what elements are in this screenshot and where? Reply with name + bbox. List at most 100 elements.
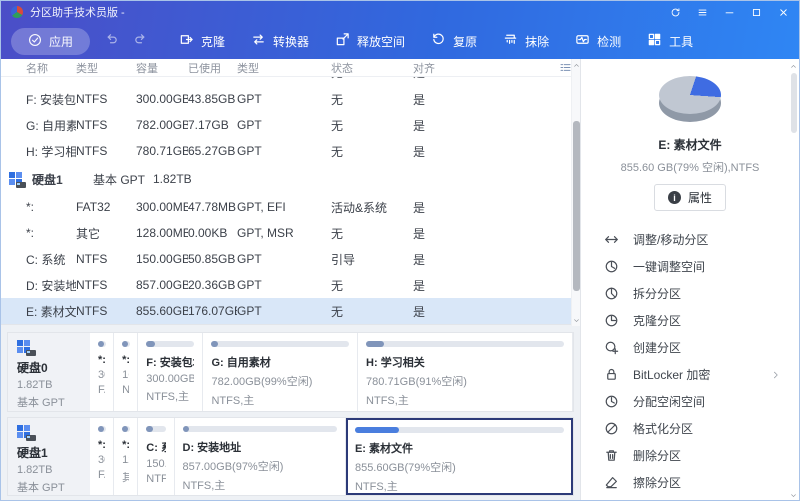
column-header-used[interactable]: 已使用 <box>188 60 237 76</box>
menu-item-label: 分配空闲空间 <box>633 393 705 410</box>
disk-panel: 硬盘0 1.82TB 基本 GPT *: 300... FAT... *: 16… <box>7 332 574 412</box>
scroll-down-icon[interactable] <box>789 490 798 500</box>
disk-icon <box>9 172 25 187</box>
redo-button[interactable] <box>133 31 148 46</box>
table-row[interactable]: *: 其它 128.00MB 0.00KB GPT, MSR 无 是 <box>1 220 572 246</box>
partition-block[interactable]: *: 128... 其... <box>114 418 138 496</box>
properties-button-label: 属性 <box>688 189 712 206</box>
scrollbar-thumb[interactable] <box>573 121 580 291</box>
table-row[interactable]: H: 学习相关 NTFS 780.71GB 65.27GB GPT 无 是 <box>1 138 572 164</box>
scroll-up-icon[interactable] <box>789 61 798 71</box>
partition-block[interactable]: D: 安装地址 857.00GB(97%空闲) NTFS,主 <box>175 418 346 496</box>
check-icon <box>28 33 42 50</box>
table-row[interactable]: G: 自用素材 NTFS 782.00GB 7.17GB GPT 无 是 <box>1 112 572 138</box>
partition-fs: FAT... <box>98 384 105 396</box>
menu-item-format-partition[interactable]: 格式化分区 <box>581 415 799 442</box>
menu-icon[interactable] <box>697 7 708 18</box>
partition-block[interactable]: H: 学习相关 780.71GB(91%空闲) NTFS,主 <box>358 333 573 411</box>
menu-item-delete-partition[interactable]: 删除分区 <box>581 442 799 469</box>
format-partition-icon <box>604 421 619 436</box>
column-header-align[interactable]: 对齐 <box>413 60 550 76</box>
menu-item-split-partition[interactable]: 拆分分区 <box>581 280 799 307</box>
toolbar-button-converter[interactable]: 转换器 <box>242 27 318 55</box>
apply-button[interactable]: 应用 <box>11 28 90 55</box>
menu-item-label: 拆分分区 <box>633 285 681 302</box>
partition-capacity: 300.00GB(85%... <box>146 373 194 385</box>
menu-item-label: 创建分区 <box>633 339 681 356</box>
table-body: *: NTFS 16.00MB 15.34MB GPT, MSR 无 是 F: … <box>1 77 572 324</box>
toolbar-button-restore[interactable]: 复原 <box>422 27 486 55</box>
scroll-up-icon[interactable] <box>572 60 580 70</box>
usage-bar <box>122 426 130 432</box>
partition-capacity: 300... <box>98 454 105 466</box>
menu-item-allocate-space[interactable]: 分配空闲空间 <box>581 388 799 415</box>
partition-fs: NTFS,主 <box>146 388 194 404</box>
column-header-fs[interactable]: 类型 <box>76 60 136 76</box>
partition-block[interactable]: *: 300... FAT... <box>90 333 114 411</box>
toolbar-button-detect[interactable]: 检测 <box>566 27 630 55</box>
usage-bar <box>146 341 194 347</box>
usage-bar <box>366 341 564 347</box>
window-title: 分区助手技术员版 - <box>30 4 125 20</box>
usage-bar-fill <box>146 341 155 347</box>
menu-item-wipe-partition[interactable]: 擦除分区 <box>581 469 799 496</box>
disk-info[interactable]: 硬盘0 1.82TB 基本 GPT <box>8 333 90 411</box>
column-header-cap[interactable]: 容量 <box>136 60 188 76</box>
usage-bar-fill <box>98 426 104 432</box>
table-header: 名称类型容量已使用类型状态对齐 <box>1 59 572 77</box>
scrollbar-thumb[interactable] <box>791 73 797 133</box>
table-row[interactable]: 硬盘1 基本 GPT 1.82TB <box>1 164 572 194</box>
close-icon[interactable] <box>778 7 789 18</box>
app-window: 分区助手技术员版 - 应用 克隆转换器释放空间复原抹除检测工具 名称类型容量已使… <box>0 0 800 501</box>
usage-bar <box>211 341 349 347</box>
minimize-icon[interactable] <box>724 7 735 18</box>
table-row[interactable]: D: 安装地址 NTFS 857.00GB 20.36GB GPT 无 是 <box>1 272 572 298</box>
partition-block[interactable]: E: 素材文件 855.60GB(79%空闲) NTFS,主 <box>346 418 573 496</box>
properties-button[interactable]: i 属性 <box>654 184 726 211</box>
table-row[interactable]: *: NTFS 16.00MB 15.34MB GPT, MSR 无 是 <box>1 77 572 86</box>
titlebar[interactable]: 分区助手技术员版 - <box>1 1 799 23</box>
table-row[interactable]: *: FAT32 300.00MB 47.78MB GPT, EFI 活动&系统… <box>1 194 572 220</box>
menu-item-app-mover[interactable]: 软件迁移功能 <box>581 496 799 501</box>
menu-item-resize-move[interactable]: 调整/移动分区 <box>581 226 799 253</box>
usage-bar <box>122 341 130 347</box>
panel-scrollbar[interactable] <box>789 61 798 500</box>
partition-block[interactable]: C: 系统 150.00... NTFS,... <box>138 418 174 496</box>
partition-block[interactable]: *: 300... FAT... <box>90 418 114 496</box>
toolbar-button-tools[interactable]: 工具 <box>638 27 702 55</box>
chevron-right-icon <box>771 370 781 380</box>
column-header-style[interactable]: 类型 <box>237 60 331 76</box>
maximize-icon[interactable] <box>751 7 762 18</box>
partition-block[interactable]: G: 自用素材 782.00GB(99%空闲) NTFS,主 <box>203 333 358 411</box>
column-header-name[interactable]: 名称 <box>1 60 76 76</box>
scroll-down-icon[interactable] <box>572 315 580 325</box>
menu-item-quick-adjust[interactable]: 一键调整空间 <box>581 253 799 280</box>
toolbar-button-free-space[interactable]: 释放空间 <box>326 27 414 55</box>
menu-item-bitlocker[interactable]: BitLocker 加密 <box>581 361 799 388</box>
table-row[interactable]: C: 系统 NTFS 150.00GB 50.85GB GPT 引导 是 <box>1 246 572 272</box>
column-header-status[interactable]: 状态 <box>331 60 413 76</box>
usage-bar <box>98 341 106 347</box>
partition-block[interactable]: F: 安装包地址 300.00GB(85%... NTFS,主 <box>138 333 203 411</box>
clone-partition-icon <box>604 313 619 328</box>
info-icon: i <box>668 191 681 204</box>
create-partition-icon <box>604 340 619 355</box>
sync-icon[interactable] <box>670 7 681 18</box>
partition-fs: NTFS,主 <box>183 477 337 493</box>
partition-fs: FAT... <box>98 469 105 481</box>
toolbar-button-label: 工具 <box>669 33 693 50</box>
partition-block[interactable]: *: 16... NTF... <box>114 333 138 411</box>
undo-button[interactable] <box>104 31 119 46</box>
menu-item-create-partition[interactable]: 创建分区 <box>581 334 799 361</box>
partition-label: C: 系统 <box>146 439 165 455</box>
toolbar-button-clone[interactable]: 克隆 <box>170 27 234 55</box>
menu-item-clone-partition[interactable]: 克隆分区 <box>581 307 799 334</box>
table-scrollbar[interactable] <box>571 59 580 326</box>
partition-capacity: 128... <box>122 454 129 466</box>
list-view-icon[interactable] <box>550 61 572 74</box>
table-row[interactable]: E: 素材文件 NTFS 855.60GB 176.07GB GPT 无 是 <box>1 298 572 324</box>
disk-info[interactable]: 硬盘1 1.82TB 基本 GPT <box>8 418 90 496</box>
toolbar-button-erase[interactable]: 抹除 <box>494 27 558 55</box>
table-row[interactable]: F: 安装包地址 NTFS 300.00GB 43.85GB GPT 无 是 <box>1 86 572 112</box>
usage-bar <box>183 426 337 432</box>
